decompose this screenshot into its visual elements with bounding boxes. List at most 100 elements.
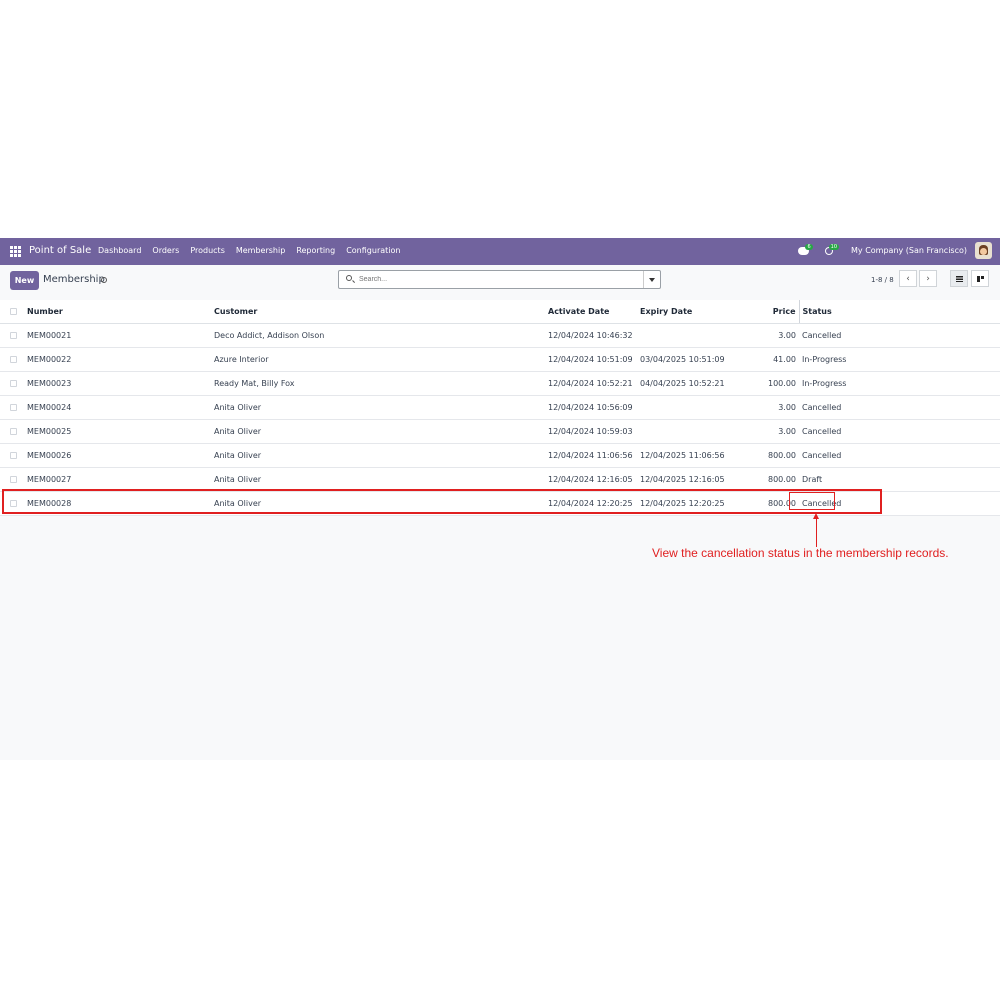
menu-item-configuration[interactable]: Configuration bbox=[346, 246, 400, 255]
pager-previous-button[interactable]: ‹ bbox=[899, 270, 917, 287]
column-header-price[interactable]: Price bbox=[750, 300, 800, 324]
app-name[interactable]: Point of Sale bbox=[29, 245, 91, 256]
cell-price: 3.00 bbox=[750, 419, 799, 444]
menu-item-products[interactable]: Products bbox=[190, 246, 225, 255]
cell-price: 800.00 bbox=[750, 467, 799, 492]
arrow-line bbox=[816, 517, 818, 547]
annotation-text: View the cancellation status in the memb… bbox=[652, 546, 949, 560]
row-select-cell bbox=[0, 467, 27, 492]
chat-count-badge: 6 bbox=[805, 243, 813, 250]
cell-customer: Azure Interior bbox=[214, 347, 548, 372]
avatar[interactable] bbox=[975, 242, 992, 259]
systray: 6 10 My Company (San Francisco) bbox=[798, 242, 992, 259]
cell-price: 41.00 bbox=[750, 347, 799, 372]
cell-number: MEM00027 bbox=[27, 467, 214, 492]
row-select-cell bbox=[0, 419, 27, 444]
row-checkbox[interactable] bbox=[10, 452, 17, 459]
menu-item-membership[interactable]: Membership bbox=[236, 246, 285, 255]
search-input[interactable] bbox=[359, 274, 639, 285]
cell-activate-date: 12/04/2024 11:06:56 bbox=[548, 443, 640, 468]
search-options-toggle[interactable] bbox=[643, 271, 660, 288]
cell-number: MEM00022 bbox=[27, 347, 214, 372]
menu-item-dashboard[interactable]: Dashboard bbox=[98, 246, 141, 255]
activity-count-badge: 10 bbox=[828, 243, 840, 250]
cell-status: In-Progress bbox=[799, 371, 1000, 396]
cell-price: 100.00 bbox=[750, 371, 799, 396]
row-select-cell bbox=[0, 443, 27, 468]
cell-customer: Anita Oliver bbox=[214, 419, 548, 444]
membership-table: Number Customer Activate Date Expiry Dat… bbox=[0, 300, 1000, 516]
new-button[interactable]: New bbox=[10, 271, 39, 290]
list-view-button[interactable] bbox=[950, 270, 968, 287]
cell-number: MEM00023 bbox=[27, 371, 214, 396]
cell-price: 800.00 bbox=[750, 443, 799, 468]
select-all-cell bbox=[0, 300, 27, 324]
cell-expiry-date bbox=[640, 419, 750, 444]
cell-number: MEM00024 bbox=[27, 395, 214, 420]
column-header-activate-date[interactable]: Activate Date bbox=[548, 300, 640, 324]
table-row[interactable]: MEM00026 Anita Oliver 12/04/2024 11:06:56 1… bbox=[0, 443, 1000, 468]
column-header-expiry-date[interactable]: Expiry Date bbox=[640, 300, 750, 324]
control-panel: New Membership 1-8 / 8 ‹ › bbox=[0, 265, 1000, 300]
cell-status: Cancelled bbox=[799, 443, 1000, 468]
menu-item-orders[interactable]: Orders bbox=[152, 246, 179, 255]
cell-number: MEM00026 bbox=[27, 443, 214, 468]
search-bar bbox=[338, 270, 661, 289]
cell-customer: Deco Addict, Addison Olson bbox=[214, 323, 548, 348]
column-header-status[interactable]: Status bbox=[799, 300, 1000, 324]
cell-activate-date: 12/04/2024 10:59:03 bbox=[548, 419, 640, 444]
table-row[interactable]: MEM00021 Deco Addict, Addison Olson 12/04/… bbox=[0, 323, 1000, 348]
kanban-view-button[interactable] bbox=[971, 270, 989, 287]
table-row[interactable]: MEM00027 Anita Oliver 12/04/2024 12:16:05 1… bbox=[0, 467, 1000, 492]
select-all-checkbox[interactable] bbox=[10, 308, 17, 315]
highlight-box bbox=[2, 489, 882, 514]
list-view-icon bbox=[955, 275, 963, 282]
row-select-cell bbox=[0, 347, 27, 372]
cell-customer: Anita Oliver bbox=[214, 467, 548, 492]
kanban-view-icon bbox=[976, 275, 984, 282]
cell-activate-date: 12/04/2024 10:56:09 bbox=[548, 395, 640, 420]
pager-value[interactable]: 1-8 / 8 bbox=[871, 276, 894, 284]
cell-customer: Anita Oliver bbox=[214, 395, 548, 420]
cell-status: Cancelled bbox=[799, 395, 1000, 420]
cell-status: In-Progress bbox=[799, 347, 1000, 372]
cell-customer: Anita Oliver bbox=[214, 443, 548, 468]
row-checkbox[interactable] bbox=[10, 404, 17, 411]
row-checkbox[interactable] bbox=[10, 428, 17, 435]
table-row[interactable]: MEM00024 Anita Oliver 12/04/2024 10:56:09 3… bbox=[0, 395, 1000, 420]
cell-activate-date: 12/04/2024 10:46:32 bbox=[548, 323, 640, 348]
cell-customer: Ready Mat, Billy Fox bbox=[214, 371, 548, 396]
row-checkbox[interactable] bbox=[10, 356, 17, 363]
column-header-customer[interactable]: Customer bbox=[214, 300, 548, 324]
table-row[interactable]: MEM00025 Anita Oliver 12/04/2024 10:59:03 3… bbox=[0, 419, 1000, 444]
row-checkbox[interactable] bbox=[10, 380, 17, 387]
row-select-cell bbox=[0, 323, 27, 348]
table-row[interactable]: MEM00023 Ready Mat, Billy Fox 12/04/2024 1… bbox=[0, 371, 1000, 396]
column-header-number[interactable]: Number bbox=[27, 300, 214, 324]
chat-button[interactable]: 6 bbox=[798, 243, 816, 255]
row-select-cell bbox=[0, 395, 27, 420]
pager-next-button[interactable]: › bbox=[919, 270, 937, 287]
cell-price: 3.00 bbox=[750, 323, 799, 348]
cell-activate-date: 12/04/2024 12:16:05 bbox=[548, 467, 640, 492]
search-icon bbox=[346, 275, 352, 281]
row-checkbox[interactable] bbox=[10, 476, 17, 483]
breadcrumb: Membership bbox=[43, 274, 105, 285]
cell-activate-date: 12/04/2024 10:51:09 bbox=[548, 347, 640, 372]
row-checkbox[interactable] bbox=[10, 332, 17, 339]
cell-status: Cancelled bbox=[799, 419, 1000, 444]
main-menu: Dashboard Orders Products Membership Rep… bbox=[98, 246, 411, 255]
cell-number: MEM00025 bbox=[27, 419, 214, 444]
top-navbar: Point of Sale Dashboard Orders Products … bbox=[0, 238, 1000, 265]
row-select-cell bbox=[0, 371, 27, 396]
company-switcher[interactable]: My Company (San Francisco) bbox=[851, 246, 967, 255]
menu-item-reporting[interactable]: Reporting bbox=[296, 246, 335, 255]
cell-expiry-date: 04/04/2025 10:52:21 bbox=[640, 371, 750, 396]
table-row[interactable]: MEM00022 Azure Interior 12/04/2024 10:51:0… bbox=[0, 347, 1000, 372]
table-header-row: Number Customer Activate Date Expiry Dat… bbox=[0, 300, 1000, 324]
gear-icon[interactable] bbox=[101, 277, 107, 283]
cell-expiry-date: 12/04/2025 12:16:05 bbox=[640, 467, 750, 492]
activity-button[interactable]: 10 bbox=[824, 243, 843, 255]
apps-menu-icon[interactable] bbox=[10, 246, 21, 257]
cell-expiry-date: 03/04/2025 10:51:09 bbox=[640, 347, 750, 372]
